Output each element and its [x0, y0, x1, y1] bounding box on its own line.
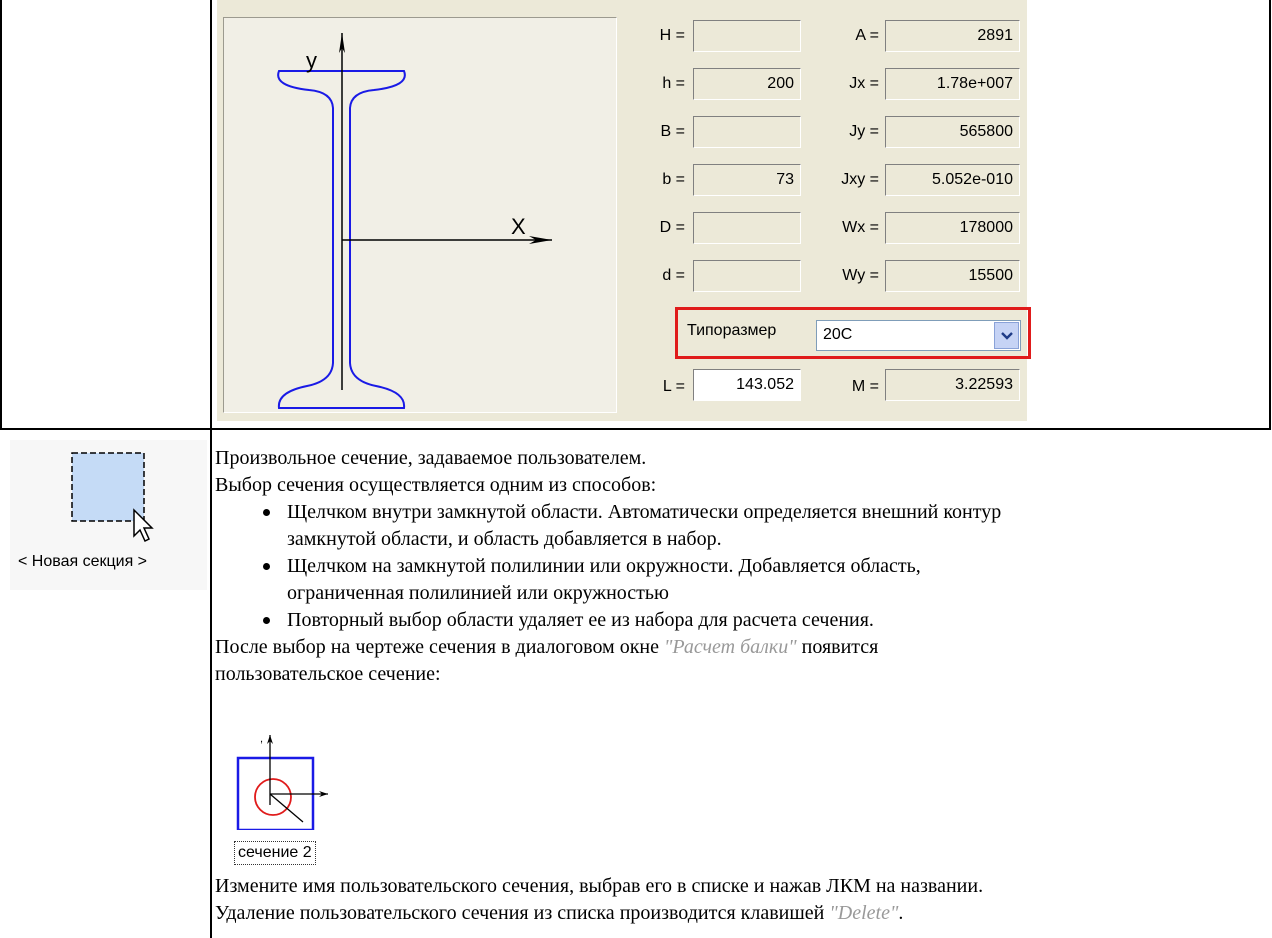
table-row-divider — [0, 428, 1271, 430]
user-section-icon: , — [236, 733, 328, 832]
H-label: H = — [659, 27, 685, 44]
delete-instruction: Удаление пользовательского сечения из сп… — [215, 902, 904, 924]
bullet-2 — [263, 563, 270, 570]
description-line-1: Произвольное сечение, задаваемое пользов… — [215, 447, 647, 469]
M-label: M = — [851, 378, 879, 395]
Wx-field: 178000 — [885, 212, 1020, 244]
bullet-2-line-1: Щелчком на замкнутой полилинии или окруж… — [287, 555, 921, 577]
bullet-3-line-1: Повторный выбор области удаляет ее из на… — [287, 609, 874, 631]
d-field — [693, 260, 801, 292]
description-line-2: Выбор сечения осуществляется одним из сп… — [215, 474, 657, 496]
x-axis-label: X — [511, 214, 526, 239]
section-preview: y X — [223, 17, 617, 413]
A-label: A = — [855, 27, 879, 44]
table-border-right — [1269, 0, 1271, 430]
bullet-1 — [263, 509, 270, 516]
svg-text:,: , — [260, 733, 263, 745]
H-field — [693, 20, 801, 52]
Jx-label: Jx = — [849, 75, 879, 92]
B-label: B = — [660, 123, 685, 140]
b-field: 73 — [693, 164, 801, 196]
L-label: L = — [662, 378, 685, 395]
B-field — [693, 116, 801, 148]
h-field: 200 — [693, 68, 801, 100]
dialog-name-reference: "Расчет балки" — [664, 636, 797, 658]
Jxy-field: 5.052e-010 — [885, 164, 1020, 196]
A-field: 2891 — [885, 20, 1020, 52]
bullet-1-line-2: замкнутой области, и область добавляется… — [287, 528, 722, 550]
Jy-label: Jy = — [849, 123, 879, 140]
Wx-label: Wx = — [842, 219, 879, 236]
table-border-middle — [210, 0, 212, 938]
L-input[interactable]: 143.052 — [693, 369, 801, 401]
Wy-field: 15500 — [885, 260, 1020, 292]
M-field: 3.22593 — [885, 369, 1020, 401]
i-beam-drawing: y X — [277, 33, 552, 409]
Wy-label: Wy = — [842, 267, 879, 284]
Jx-field: 1.78e+007 — [885, 68, 1020, 100]
bullet-1-line-1: Щелчком внутри замкнутой области. Автома… — [287, 501, 1002, 523]
Jy-field: 565800 — [885, 116, 1020, 148]
Jxy-label: Jxy = — [841, 171, 879, 188]
rename-instruction: Измените имя пользовательского сечения, … — [215, 875, 984, 897]
bullet-2-line-2: ограниченная полилинией или окружностью — [287, 582, 669, 604]
typesize-select[interactable]: 20С — [816, 320, 1021, 351]
d-label: d = — [662, 267, 685, 284]
D-field — [693, 212, 801, 244]
section-properties-panel: y X H = h = 200 B = b = 73 D = d = L = 1… — [217, 0, 1031, 421]
bullet-3 — [263, 617, 270, 624]
h-label: h = — [662, 75, 685, 92]
D-label: D = — [659, 219, 685, 236]
after-selection-line-2: пользовательское сечение: — [215, 663, 441, 685]
typesize-label: Типоразмер — [687, 322, 777, 339]
delete-key-reference: "Delete" — [829, 902, 899, 924]
chevron-down-icon[interactable] — [994, 322, 1019, 349]
after-selection-line: После выбор на чертеже сечения в диалого… — [215, 636, 879, 658]
new-section-label: < Новая секция > — [18, 553, 148, 570]
user-section-label[interactable]: сечение 2 — [234, 841, 316, 865]
typesize-value: 20С — [823, 326, 853, 343]
table-border-left — [0, 0, 2, 430]
y-axis-label: y — [306, 48, 317, 73]
user-section-thumbnail: , — [233, 730, 363, 832]
b-label: b = — [662, 171, 685, 188]
